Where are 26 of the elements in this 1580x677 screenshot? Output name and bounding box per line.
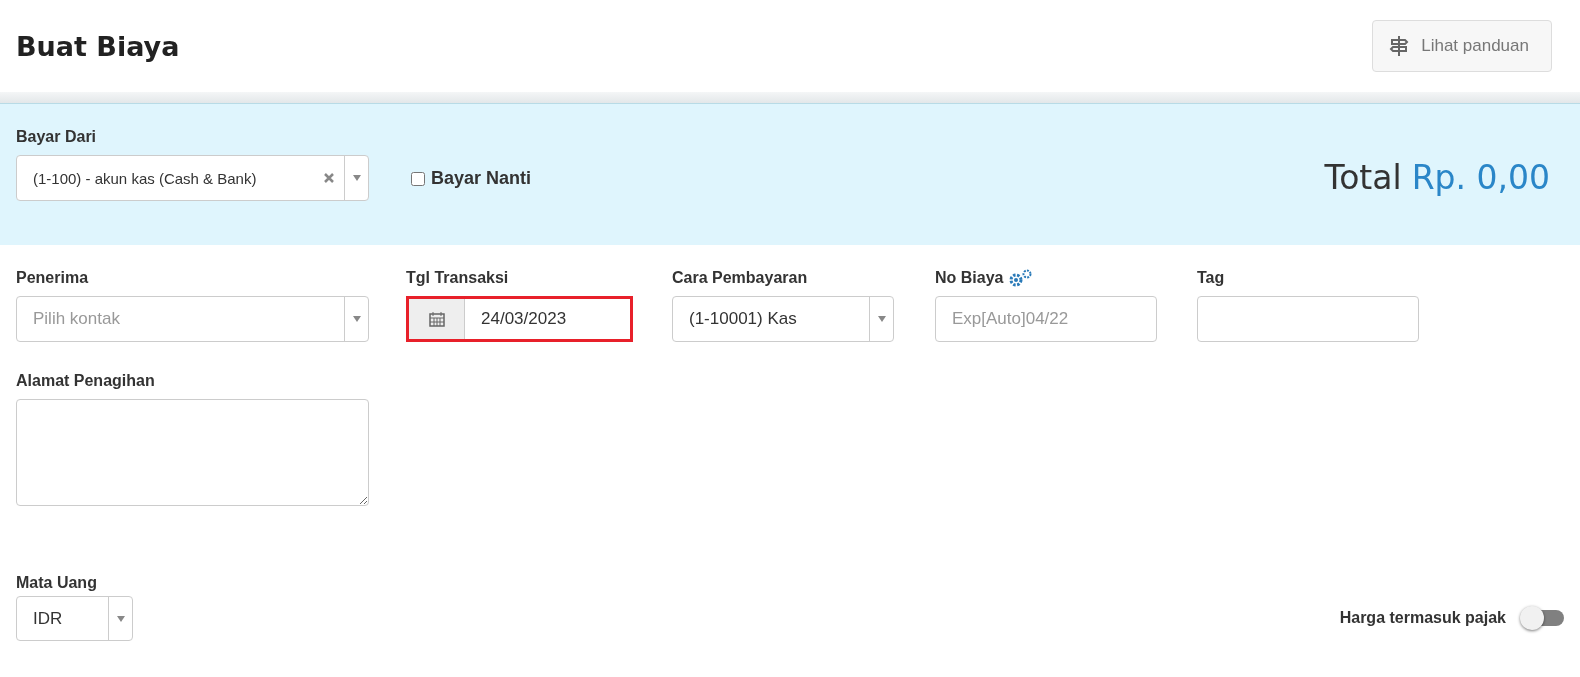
clear-icon[interactable] (324, 173, 334, 183)
toggle-knob[interactable] (1520, 606, 1544, 630)
total-amount: Rp. 0,00 (1411, 158, 1550, 197)
field-label: Tgl Transaksi (406, 269, 509, 287)
field-label: Alamat Penagihan (16, 372, 156, 390)
account-select[interactable]: (1-100) - akun kas (Cash & Bank) (16, 155, 369, 201)
select-field[interactable]: (1-10001) Kas (672, 296, 894, 342)
signpost-icon (1389, 35, 1410, 57)
field-label: Bayar Dari (16, 128, 98, 146)
field-label: Tag (1197, 269, 1225, 287)
field-label: Penerima (16, 269, 89, 287)
currency-select[interactable]: IDR (16, 596, 133, 641)
input-field[interactable]: Exp[Auto]04/22 (936, 297, 1156, 341)
calendar-icon (428, 311, 445, 327)
field-label: No Biaya (935, 269, 1004, 287)
field-label: Mata Uang (16, 574, 98, 592)
gears-icon[interactable] (1007, 269, 1034, 287)
field-label: Cara Pembayaran (672, 269, 808, 287)
page-title: Buat Biaya (16, 30, 180, 62)
total-label: Total (1324, 158, 1402, 197)
date-field[interactable]: 24/03/2023 (406, 296, 633, 342)
toggle-switch[interactable] (1520, 605, 1564, 631)
checkbox-label: Bayar Nanti (431, 168, 532, 189)
toggle-label: Harga termasuk pajak (1339, 609, 1506, 627)
guide-button[interactable]: Lihat panduan (1372, 20, 1552, 72)
pay-later-checkbox[interactable] (411, 171, 425, 186)
